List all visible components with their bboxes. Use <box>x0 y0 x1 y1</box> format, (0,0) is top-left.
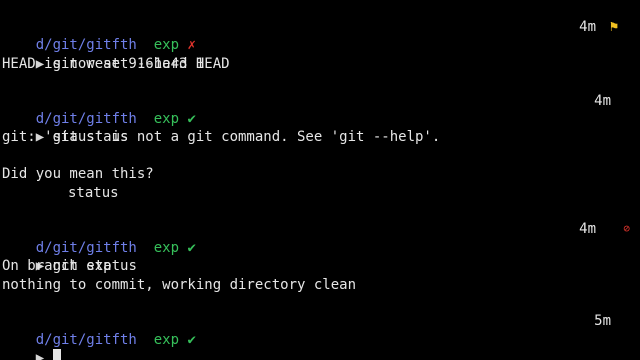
command-line: ▶ git staus <box>2 110 640 145</box>
flag-icon: ⚑ <box>609 19 618 35</box>
prompt-line: d/git/gitfth exp ✔ 4m <box>2 92 640 127</box>
command-line: ▶ git status <box>2 239 640 274</box>
prompt-line: d/git/gitfth exp ✔ 4m ⊘ <box>2 220 640 255</box>
dirty-state-icon: ⊘ <box>623 222 630 236</box>
elapsed-time: 5m <box>594 313 611 330</box>
text-cursor[interactable] <box>52 349 61 360</box>
prompt-line: d/git/gitfth exp ✗ 4m ⚑ <box>2 18 640 53</box>
output-line: On branch exp <box>2 258 112 275</box>
active-command-line[interactable]: ▶ <box>2 331 640 360</box>
prompt-line: d/git/gitfth exp ✔ 5m <box>2 312 640 347</box>
elapsed-time: 4m <box>579 221 596 238</box>
prompt-arrow-icon: ▶ <box>35 350 45 360</box>
output-line: status <box>68 184 119 201</box>
output-line: Did you mean this? <box>2 166 154 183</box>
elapsed-time: 4m <box>594 92 611 109</box>
terminal-window[interactable]: d/git/gitfth exp ✗ 4m ⚑ ▶ git reset --ha… <box>0 0 640 360</box>
command-line: ▶ git reset --hard HEAD <box>2 36 640 72</box>
output-line: nothing to commit, working directory cle… <box>2 276 357 293</box>
output-line: git: 'staus' is not a git command. See '… <box>2 129 441 146</box>
elapsed-time: 4m <box>579 19 596 35</box>
output-line: HEAD is now at 9161e43 1 <box>2 55 205 72</box>
